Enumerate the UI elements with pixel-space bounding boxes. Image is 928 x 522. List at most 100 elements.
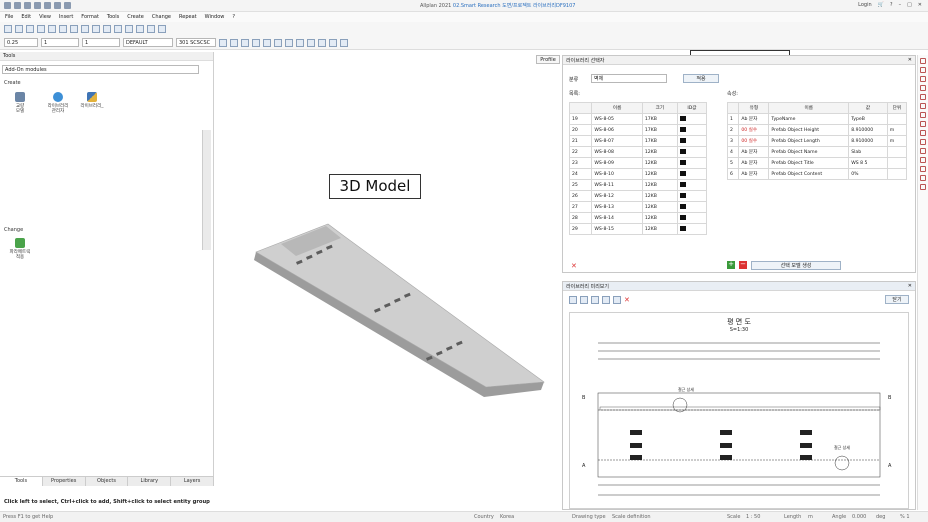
menu-window[interactable]: Window xyxy=(205,14,225,20)
select-icon[interactable] xyxy=(318,38,326,47)
zoom-icon[interactable] xyxy=(158,25,166,33)
scale-tool-icon[interactable] xyxy=(920,139,926,145)
plot-icon[interactable] xyxy=(147,25,155,33)
redo-icon[interactable] xyxy=(54,2,61,9)
save-icon[interactable] xyxy=(34,2,41,9)
tab-objects[interactable]: Objects xyxy=(86,477,129,486)
cart-icon[interactable]: 🛒 xyxy=(878,2,884,8)
apply-button[interactable]: 적용 xyxy=(683,74,719,83)
hatch-tool-icon[interactable] xyxy=(920,175,926,181)
ortho-icon[interactable] xyxy=(241,38,249,47)
delete-icon[interactable] xyxy=(70,25,78,33)
row-id-swatch[interactable] xyxy=(676,212,708,224)
menu-tools[interactable]: Tools xyxy=(107,14,119,20)
render-icon[interactable] xyxy=(136,25,144,33)
create-model-button[interactable]: 선택 모델 생성 xyxy=(751,261,841,270)
row-id-swatch[interactable] xyxy=(676,124,708,136)
close-button[interactable]: ✕ xyxy=(918,2,922,8)
line-tool-icon[interactable] xyxy=(920,67,926,73)
filter-icon[interactable] xyxy=(329,38,337,47)
list-row[interactable]: 29 WS-8-15 12KB xyxy=(568,223,708,235)
pen-thickness-select[interactable]: 0.25 xyxy=(4,38,38,47)
tools-side-strip[interactable] xyxy=(202,130,211,250)
type-select[interactable]: 벽체 xyxy=(591,74,667,83)
list-row[interactable]: 25 WS-8-11 12KB xyxy=(568,179,708,191)
add-row-icon[interactable]: + xyxy=(727,261,735,269)
mirror-tool-icon[interactable] xyxy=(920,130,926,136)
cut-icon[interactable] xyxy=(37,25,45,33)
window-icon[interactable] xyxy=(114,25,122,33)
attr-row[interactable]: 2 00 실수 Prefab Object Height 8.910000 m xyxy=(726,124,908,136)
list-row[interactable]: 28 WS-8-14 12KB xyxy=(568,212,708,224)
zoom-in-icon[interactable] xyxy=(580,296,588,304)
view-icon[interactable] xyxy=(125,25,133,33)
move-tool-icon[interactable] xyxy=(920,112,926,118)
list-row[interactable]: 24 WS-8-10 12KB xyxy=(568,168,708,180)
print-icon[interactable] xyxy=(64,2,71,9)
scale-select[interactable]: 301 SCSCSC xyxy=(176,38,216,47)
list-row[interactable]: 19 WS-8-05 17KB xyxy=(568,113,708,125)
row-id-swatch[interactable] xyxy=(676,135,708,147)
menu-format[interactable]: Format xyxy=(81,14,99,20)
length-value[interactable]: m xyxy=(808,514,813,520)
help-icon[interactable]: ? xyxy=(890,2,893,8)
undo-toolbar-icon[interactable] xyxy=(81,25,89,33)
attr-row[interactable]: 4 Ab 문자 Prefab Object Name Slab xyxy=(726,146,908,158)
attribute-table[interactable]: 유형 이름 값 단위 1 Ab 문자 TypeName TypeB 2 00 실수 Pref… xyxy=(726,102,908,180)
model-viewport[interactable] xyxy=(216,52,560,498)
object-list-table[interactable]: 이름 크기 ID값 19 WS-8-05 17KB 20 WS-8-06 17KB 21 WS… xyxy=(568,102,708,235)
module-dropdown[interactable]: Add-On modules xyxy=(2,65,199,74)
attr-value[interactable]: 8.910000 xyxy=(848,124,888,136)
fit-icon[interactable] xyxy=(602,296,610,304)
row-id-swatch[interactable] xyxy=(676,113,708,125)
menu-insert[interactable]: Insert xyxy=(59,14,73,20)
text-tool-icon[interactable] xyxy=(920,166,926,172)
rotate-tool-icon[interactable] xyxy=(920,121,926,127)
menu-file[interactable]: File xyxy=(5,14,13,20)
attribute-icon[interactable] xyxy=(340,38,348,47)
layout-icon[interactable] xyxy=(103,25,111,33)
grid-icon[interactable] xyxy=(230,38,238,47)
close-icon[interactable]: ✕ xyxy=(908,57,912,63)
preview-delete-icon[interactable]: ✕ xyxy=(624,296,630,304)
list-row[interactable]: 21 WS-8-07 17KB xyxy=(568,135,708,147)
rect-tool-icon[interactable] xyxy=(920,85,926,91)
line-type-select[interactable]: 1 xyxy=(41,38,79,47)
menu-edit[interactable]: Edit xyxy=(21,14,31,20)
redo-toolbar-icon[interactable] xyxy=(92,25,100,33)
attr-value[interactable]: 8.910000 xyxy=(848,135,888,147)
tab-tools[interactable]: Tools xyxy=(0,477,43,486)
attr-row[interactable]: 1 Ab 문자 TypeName TypeB xyxy=(726,113,908,125)
menu-change[interactable]: Change xyxy=(152,14,171,20)
preview-close-icon[interactable]: ✕ xyxy=(908,283,912,289)
fill-icon[interactable] xyxy=(285,38,293,47)
dimension-icon[interactable] xyxy=(263,38,271,47)
drawing-type-value[interactable]: Scale definition xyxy=(612,514,651,520)
pen-tool-icon[interactable] xyxy=(920,58,926,64)
erase-tool-icon[interactable] xyxy=(920,148,926,154)
save-file-icon[interactable] xyxy=(26,25,34,33)
row-id-swatch[interactable] xyxy=(676,201,708,213)
list-row[interactable]: 23 WS-8-09 12KB xyxy=(568,157,708,169)
list-row[interactable]: 26 WS-8-12 12KB xyxy=(568,190,708,202)
row-id-swatch[interactable] xyxy=(676,168,708,180)
line-color-select[interactable]: 1 xyxy=(82,38,120,47)
print-preview-icon[interactable] xyxy=(613,296,621,304)
row-id-swatch[interactable] xyxy=(676,190,708,202)
arc-tool-icon[interactable] xyxy=(920,76,926,82)
attr-value[interactable]: WS 8 5 xyxy=(848,157,888,169)
snap-icon[interactable] xyxy=(219,38,227,47)
text-icon[interactable] xyxy=(252,38,260,47)
menu-repeat[interactable]: Repeat xyxy=(179,14,197,20)
menu-help[interactable]: ? xyxy=(232,14,235,20)
copy-icon[interactable] xyxy=(48,25,56,33)
pattern-icon[interactable] xyxy=(296,38,304,47)
remove-row-icon[interactable]: − xyxy=(739,261,747,269)
layer-select[interactable]: DEFAULT xyxy=(123,38,173,47)
measure-icon[interactable] xyxy=(307,38,315,47)
layer-tool-icon[interactable] xyxy=(920,184,926,190)
list-row[interactable]: 20 WS-8-06 17KB xyxy=(568,124,708,136)
row-id-swatch[interactable] xyxy=(676,223,708,235)
open-preview-icon[interactable] xyxy=(569,296,577,304)
bridge-model-tool[interactable]: 교량 모델 xyxy=(6,92,34,114)
